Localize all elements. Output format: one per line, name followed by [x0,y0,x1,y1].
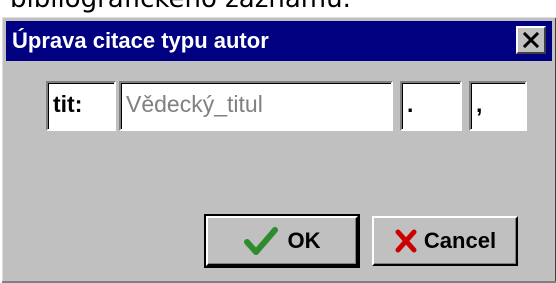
main-value-field[interactable]: Vědecký_titul [119,81,393,131]
cancel-label: Cancel [423,228,497,253]
separator-field-2[interactable]: , [469,81,527,131]
background-document-text: bibliografického záznamu. [10,0,351,14]
x-icon [395,229,417,253]
checkmark-icon [243,227,278,255]
close-icon [523,32,539,48]
close-button[interactable] [516,26,546,54]
ok-button[interactable]: OK [204,214,360,268]
separator-field-1[interactable]: . [400,81,462,131]
edit-citation-dialog: Úprava citace typu autor tit: Vědecký_ti… [2,17,556,283]
cancel-button[interactable]: Cancel [372,216,518,266]
titlebar: Úprava citace typu autor [6,21,552,61]
prefix-field[interactable]: tit: [46,81,116,131]
dialog-title: Úprava citace typu autor [12,28,269,53]
ok-label: OK [287,228,321,253]
